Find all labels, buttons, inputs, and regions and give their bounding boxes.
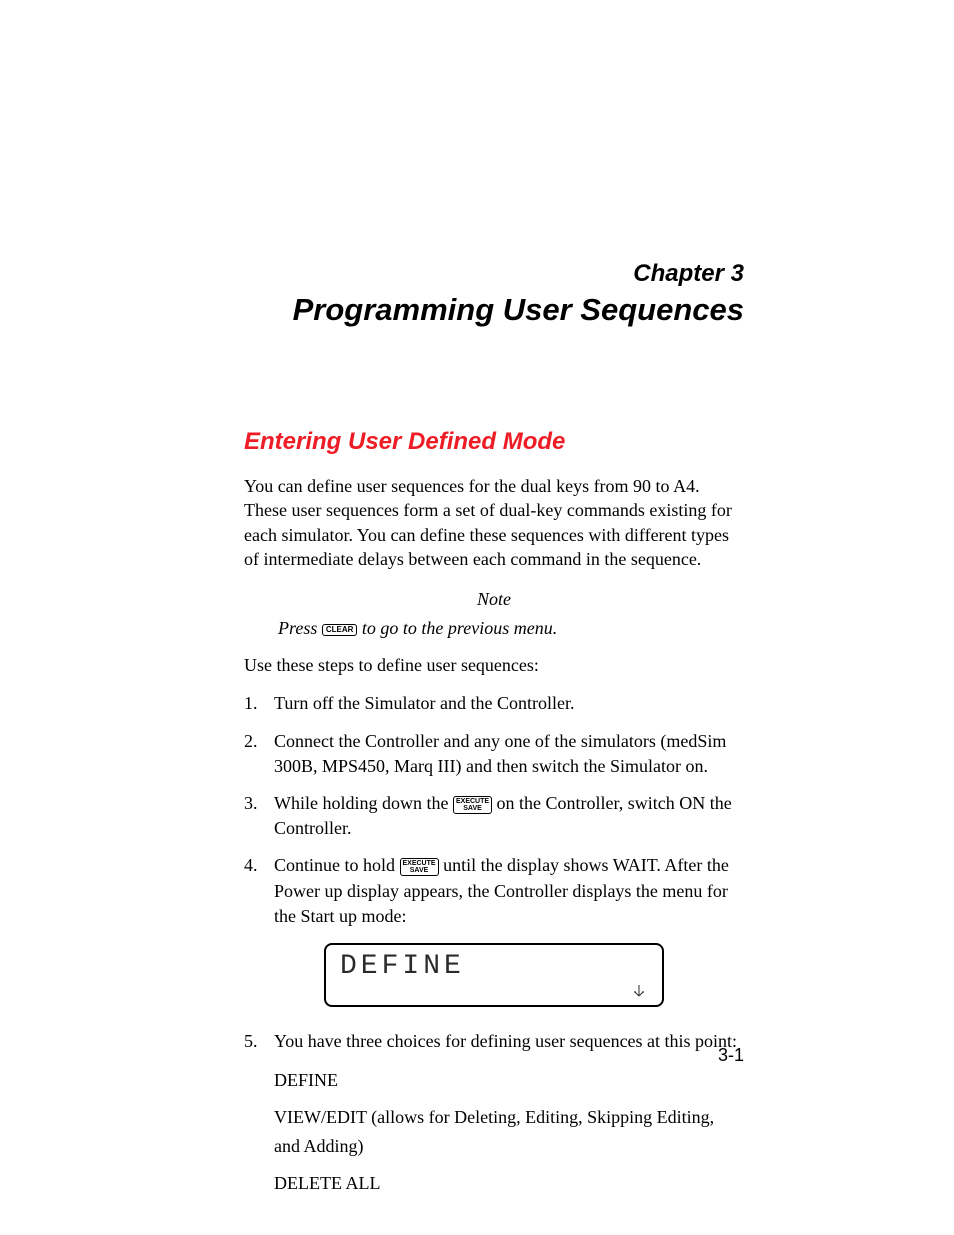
document-page: Chapter 3 Programming User Sequences Ent… bbox=[0, 0, 954, 1235]
lead-in: Use these steps to define user sequences… bbox=[244, 653, 744, 677]
step-text: Turn off the Simulator and the Controlle… bbox=[274, 691, 744, 716]
lcd-display: DEFINE bbox=[324, 943, 664, 1007]
step-number: 4. bbox=[244, 853, 274, 929]
note-label: Note bbox=[244, 589, 744, 610]
chapter-title: Programming User Sequences bbox=[244, 292, 744, 328]
lcd-text: DEFINE bbox=[340, 951, 648, 982]
list-item: 5. You have three choices for defining u… bbox=[244, 1029, 744, 1054]
steps-list: 1. Turn off the Simulator and the Contro… bbox=[244, 691, 744, 929]
step-text: Continue to hold EXECUTESAVE until the d… bbox=[274, 853, 744, 929]
execute-save-key-icon: EXECUTESAVE bbox=[453, 796, 492, 814]
clear-key-icon: CLEAR bbox=[322, 624, 358, 636]
choice-item: DEFINE bbox=[274, 1066, 744, 1095]
page-number: 3-1 bbox=[718, 1045, 744, 1066]
list-item: 1. Turn off the Simulator and the Contro… bbox=[244, 691, 744, 716]
chapter-label: Chapter 3 bbox=[244, 260, 744, 288]
list-item: 2. Connect the Controller and any one of… bbox=[244, 729, 744, 779]
step4-pre: Continue to hold bbox=[274, 855, 400, 875]
steps-list-cont: 5. You have three choices for defining u… bbox=[244, 1029, 744, 1054]
step-number: 3. bbox=[244, 791, 274, 841]
list-item: 4. Continue to hold EXECUTESAVE until th… bbox=[244, 853, 744, 929]
intro-paragraph: You can define user sequences for the du… bbox=[244, 474, 744, 571]
choice-item: DELETE ALL bbox=[274, 1169, 744, 1198]
list-item: 3. While holding down the EXECUTESAVE on… bbox=[244, 791, 744, 841]
choices-block: DEFINE VIEW/EDIT (allows for Deleting, E… bbox=[274, 1066, 744, 1197]
step-number: 1. bbox=[244, 691, 274, 716]
choice-item: VIEW/EDIT (allows for Deleting, Editing,… bbox=[274, 1103, 744, 1161]
down-arrow-icon bbox=[632, 983, 646, 999]
note-line: Press CLEAR to go to the previous menu. bbox=[278, 618, 744, 639]
step-number: 5. bbox=[244, 1029, 274, 1054]
step-text: Connect the Controller and any one of th… bbox=[274, 729, 744, 779]
step3-pre: While holding down the bbox=[274, 793, 453, 813]
step-text: You have three choices for defining user… bbox=[274, 1029, 744, 1054]
step-number: 2. bbox=[244, 729, 274, 779]
note-press: Press bbox=[278, 618, 322, 638]
execute-save-key-icon: EXECUTESAVE bbox=[400, 858, 439, 876]
step-text: While holding down the EXECUTESAVE on th… bbox=[274, 791, 744, 841]
note-rest: to go to the previous menu. bbox=[357, 618, 557, 638]
lcd-display-wrap: DEFINE bbox=[244, 943, 744, 1007]
section-heading: Entering User Defined Mode bbox=[244, 428, 744, 456]
